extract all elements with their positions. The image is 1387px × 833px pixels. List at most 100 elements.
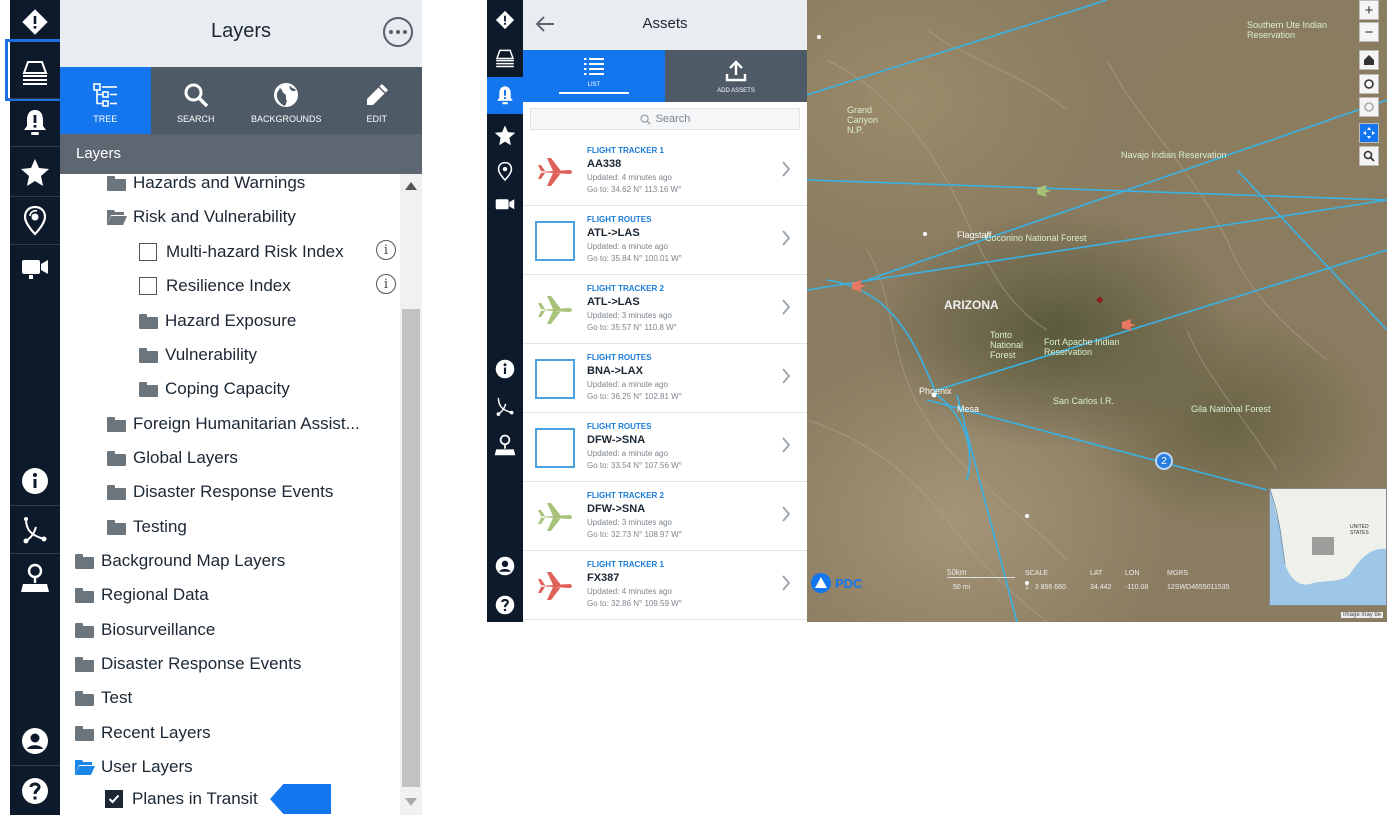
tree-item-disaster-response-events[interactable]: Disaster Response Events bbox=[107, 480, 333, 504]
tree-item-risk-and-vulnerability[interactable]: Risk and Vulnerability bbox=[107, 205, 296, 229]
tab-tree[interactable]: TREE bbox=[60, 67, 151, 134]
asset-goto-link[interactable]: Go to: 35.57 N° 110.8 W° bbox=[587, 323, 677, 332]
asset-list-item[interactable]: FLIGHT ROUTES DFW->SNA Updated: a minute a… bbox=[523, 414, 807, 482]
tab-add-assets-label: ADD ASSETS bbox=[717, 88, 755, 94]
asset-goto-link[interactable]: Go to: 33.54 N° 107.56 W° bbox=[587, 461, 682, 470]
bell-icon[interactable] bbox=[495, 84, 515, 106]
layer-tree-scrollbar[interactable] bbox=[400, 174, 422, 815]
assets-search-input[interactable]: Search bbox=[530, 108, 800, 130]
tree-item-hazards-and-warnings[interactable]: Hazards and Warnings bbox=[107, 174, 305, 195]
info-icon[interactable] bbox=[495, 359, 515, 379]
layer-checkbox[interactable] bbox=[139, 243, 157, 261]
user-icon[interactable] bbox=[495, 556, 515, 576]
asset-list-item[interactable]: FLIGHT TRACKER 2 DFW->SNA Updated: 3 minut… bbox=[523, 483, 807, 551]
tree-item-hazard-exposure[interactable]: Hazard Exposure bbox=[139, 309, 296, 333]
asset-list-item[interactable]: FLIGHT TRACKER 1 FX387 Updated: 4 minutes … bbox=[523, 552, 807, 620]
asset-list-item[interactable]: FLIGHT ROUTES ATL->LAS Updated: a minute a… bbox=[523, 207, 807, 275]
alert-diamond-icon[interactable] bbox=[495, 10, 515, 30]
tree-item-label: Planes in Transit bbox=[132, 789, 258, 808]
tree-item-biosurveillance[interactable]: Biosurveillance bbox=[75, 618, 215, 642]
tree-item-multi-hazard-risk-index[interactable]: Multi-hazard Risk Index bbox=[139, 240, 344, 264]
asset-updated: Updated: 4 minutes ago bbox=[587, 173, 672, 182]
lon-value: -110.08 bbox=[1125, 584, 1149, 591]
tree-item-test[interactable]: Test bbox=[75, 686, 132, 710]
assets-panel-title: Assets bbox=[642, 15, 688, 32]
home-button[interactable] bbox=[1359, 50, 1379, 70]
asset-goto-link[interactable]: Go to: 35.84 N° 100.01 W° bbox=[587, 254, 682, 263]
chevron-right-icon bbox=[782, 230, 791, 246]
asset-goto-link[interactable]: Go to: 32.86 N° 109.59 W° bbox=[587, 599, 682, 608]
plane-icon bbox=[538, 503, 572, 531]
video-icon[interactable] bbox=[494, 195, 516, 215]
mgrs-value: 12SWD4655011535 bbox=[1167, 584, 1230, 591]
tab-add-assets[interactable]: ADD ASSETS bbox=[665, 50, 807, 102]
tab-list[interactable]: LIST bbox=[523, 50, 665, 102]
map-view[interactable]: ARIZONA Coconino National Forest Tonto N… bbox=[807, 0, 1387, 622]
tree-item-coping-capacity[interactable]: Coping Capacity bbox=[139, 377, 290, 401]
route-icon[interactable] bbox=[10, 510, 60, 550]
list-icon bbox=[584, 58, 604, 75]
info-icon[interactable] bbox=[10, 462, 60, 500]
scale-value: 1 : 3 856 660 bbox=[1025, 584, 1066, 591]
scroll-thumb[interactable] bbox=[402, 309, 420, 787]
compass-button[interactable] bbox=[1359, 97, 1379, 117]
asset-goto-link[interactable]: Go to: 36.25 N° 102.81 W° bbox=[587, 392, 682, 401]
asset-list-item[interactable]: FLIGHT ROUTES BNA->LAX Updated: a minute a… bbox=[523, 345, 807, 413]
tree-item-regional-data[interactable]: Regional Data bbox=[75, 583, 209, 607]
tab-edit[interactable]: EDIT bbox=[332, 67, 423, 134]
map-label-city: Flagstaff bbox=[957, 230, 992, 240]
map-label-reservation: Fort Apache Indian Reservation bbox=[1044, 337, 1120, 357]
layer-checkbox-checked[interactable] bbox=[105, 790, 123, 808]
pan-button[interactable] bbox=[1359, 123, 1379, 143]
alert-diamond-icon[interactable] bbox=[10, 4, 60, 40]
asset-name: ATL->LAS bbox=[587, 296, 640, 308]
tree-item-recent-layers[interactable]: Recent Layers bbox=[75, 721, 211, 745]
tab-backgrounds[interactable]: BACKGROUNDS bbox=[241, 67, 332, 134]
scroll-up-icon[interactable] bbox=[405, 182, 417, 190]
asset-list-item[interactable]: FLIGHT TRACKER 2 ATL->LAS Updated: 3 minut… bbox=[523, 276, 807, 344]
tree-item-background-map-layers[interactable]: Background Map Layers bbox=[75, 549, 285, 573]
map-marker-icon[interactable] bbox=[494, 433, 516, 457]
asset-updated: Updated: 3 minutes ago bbox=[587, 311, 672, 320]
tree-item-foreign-humanitarian-assistance[interactable]: Foreign Humanitarian Assist... bbox=[107, 412, 360, 436]
location-pin-icon[interactable] bbox=[10, 200, 60, 240]
video-icon[interactable] bbox=[10, 248, 60, 288]
info-icon[interactable]: i bbox=[376, 274, 396, 294]
map-cluster-badge[interactable]: 2 bbox=[1155, 452, 1173, 470]
zoom-in-button[interactable]: + bbox=[1359, 0, 1379, 20]
tree-item-global-layers[interactable]: Global Layers bbox=[107, 446, 238, 470]
tree-item-planes-in-transit[interactable]: Planes in Transit bbox=[105, 787, 258, 811]
layer-checkbox[interactable] bbox=[139, 277, 157, 295]
rotate-button[interactable] bbox=[1359, 74, 1379, 94]
bell-icon[interactable] bbox=[10, 102, 60, 142]
help-icon[interactable] bbox=[495, 595, 515, 615]
location-pin-icon[interactable] bbox=[496, 160, 514, 182]
route-thumbnail-icon bbox=[535, 359, 575, 399]
layers-icon[interactable] bbox=[494, 46, 516, 68]
zoom-box-button[interactable] bbox=[1359, 146, 1379, 166]
magnifier-icon bbox=[1363, 150, 1375, 162]
asset-goto-link[interactable]: Go to: 32.73 N° 108.97 W° bbox=[587, 530, 682, 539]
star-icon[interactable] bbox=[494, 124, 516, 146]
route-icon[interactable] bbox=[494, 395, 516, 417]
map-marker-icon[interactable] bbox=[10, 558, 60, 598]
tree-item-disaster-response-events-top[interactable]: Disaster Response Events bbox=[75, 652, 301, 676]
help-icon[interactable] bbox=[10, 772, 60, 810]
user-icon[interactable] bbox=[10, 722, 60, 760]
tree-item-label: Hazards and Warnings bbox=[133, 174, 306, 192]
tree-item-label: Disaster Response Events bbox=[133, 482, 334, 501]
scroll-down-icon[interactable] bbox=[405, 798, 417, 806]
tree-item-vulnerability[interactable]: Vulnerability bbox=[139, 343, 257, 367]
tree-item-resilience-index[interactable]: Resilience Index bbox=[139, 274, 291, 298]
tab-search[interactable]: SEARCH bbox=[151, 67, 242, 134]
tree-item-user-layers[interactable]: User Layers bbox=[75, 755, 193, 779]
plane-icon bbox=[538, 572, 572, 600]
asset-list-item[interactable]: FLIGHT TRACKER 1 AA338 Updated: 4 minutes … bbox=[523, 138, 807, 206]
asset-goto-link[interactable]: Go to: 34.62 N° 113.16 W° bbox=[587, 185, 681, 194]
star-icon[interactable] bbox=[10, 152, 60, 192]
tree-item-testing[interactable]: Testing bbox=[107, 515, 187, 539]
more-options-icon[interactable] bbox=[383, 17, 413, 47]
overview-minimap[interactable]: UNITED STATES bbox=[1269, 488, 1387, 606]
info-icon[interactable]: i bbox=[376, 240, 396, 260]
zoom-out-button[interactable]: − bbox=[1359, 22, 1379, 42]
